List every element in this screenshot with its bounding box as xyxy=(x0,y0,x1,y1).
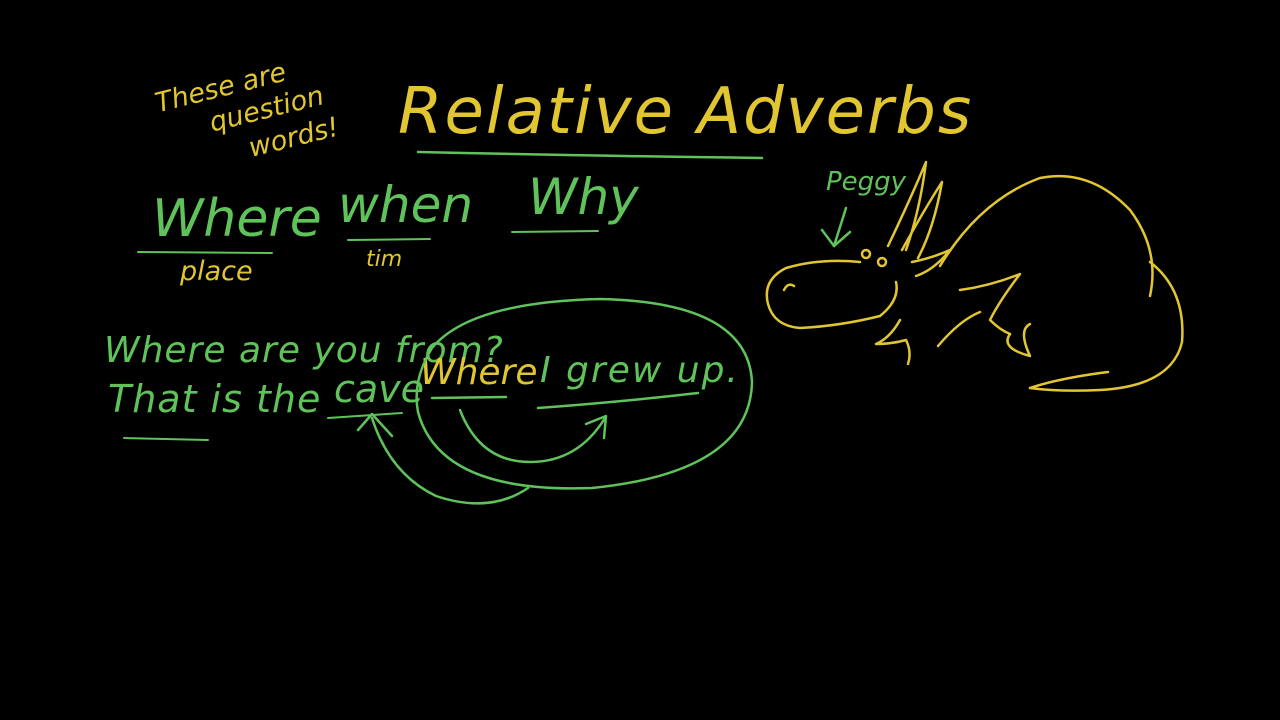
adverb-when-meaning: tim xyxy=(366,247,402,272)
example-relative-adverb: Where xyxy=(420,352,538,393)
example-antecedent: cave xyxy=(334,367,424,411)
antecedent-underline xyxy=(327,412,403,419)
adverb-when: when xyxy=(338,176,473,234)
answer-lead-underline xyxy=(123,437,209,441)
adverb-why: Why xyxy=(528,168,640,226)
adverb-where: Where xyxy=(152,189,322,249)
page-title: Relative Adverbs xyxy=(398,75,973,149)
example-answer-lead: That is the xyxy=(108,377,321,421)
adverb-where-meaning: place xyxy=(179,256,253,287)
clause-underline xyxy=(536,391,700,410)
title-underline xyxy=(416,150,764,160)
clause-circle xyxy=(415,297,754,490)
character-name: Peggy xyxy=(826,167,907,197)
example-clause: I grew up. xyxy=(540,350,740,391)
relative-adverb-underline xyxy=(430,395,508,400)
adverb-where-underline xyxy=(137,251,273,254)
adverb-when-underline xyxy=(347,238,431,241)
clause-arrow xyxy=(458,408,607,464)
blackboard: Relative Adverbs These are question word… xyxy=(104,57,1184,505)
adverb-why-underline xyxy=(511,230,599,233)
question-words-note: These are question words! xyxy=(152,57,342,164)
